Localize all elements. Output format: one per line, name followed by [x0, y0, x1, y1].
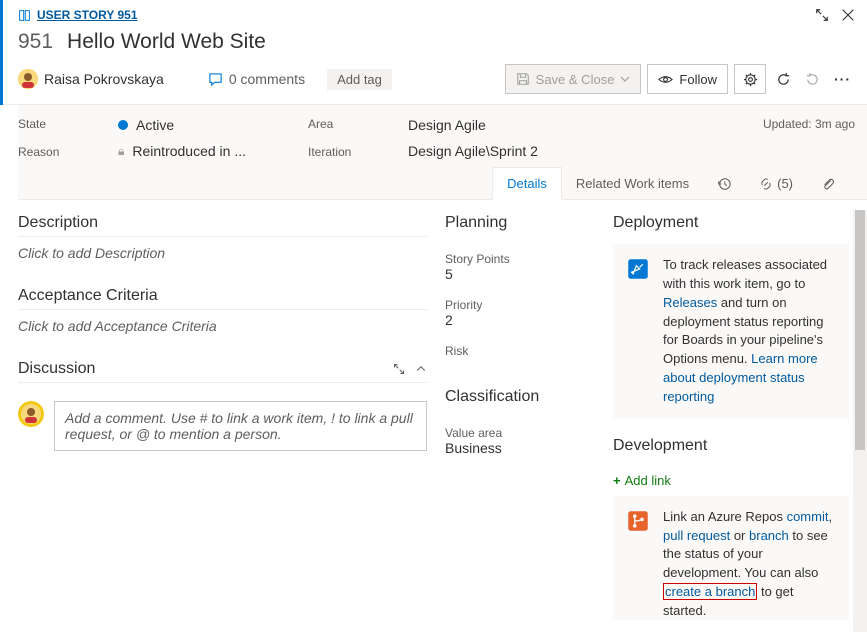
priority-field[interactable]: 2: [445, 312, 595, 328]
updated-timestamp: Updated: 3m ago: [763, 117, 855, 131]
reason-field[interactable]: 🔒︎Reintroduced in ...: [118, 143, 268, 159]
branch-icon: [625, 508, 653, 620]
assignee-field[interactable]: Raisa Pokrovskaya: [18, 69, 164, 89]
branch-link[interactable]: branch: [749, 528, 789, 543]
area-label: Area: [308, 117, 368, 131]
priority-label: Priority: [445, 298, 595, 312]
assignee-name: Raisa Pokrovskaya: [44, 71, 164, 87]
gear-icon: [743, 72, 758, 87]
lock-icon: 🔒︎: [118, 144, 124, 159]
state-field[interactable]: Active: [118, 117, 268, 133]
description-heading: Description: [18, 214, 427, 237]
breadcrumb-link[interactable]: USER STORY 951: [37, 8, 138, 22]
classification-heading: Classification: [445, 388, 595, 410]
refresh-icon[interactable]: [772, 72, 795, 87]
tab-attachments[interactable]: [807, 167, 849, 199]
settings-button[interactable]: [734, 64, 766, 94]
development-panel: Link an Azure Repos commit, pull request…: [613, 496, 849, 620]
iteration-field[interactable]: Design Agile\Sprint 2: [408, 143, 723, 159]
releases-link[interactable]: Releases: [663, 295, 717, 310]
workitem-id: 951: [18, 30, 53, 54]
risk-label: Risk: [445, 344, 595, 358]
link-icon: [759, 177, 773, 191]
state-label: State: [18, 117, 78, 131]
plus-icon: +: [613, 473, 621, 488]
deployment-panel: To track releases associated with this w…: [613, 244, 849, 419]
planning-heading: Planning: [445, 214, 595, 236]
rocket-icon: [625, 256, 653, 407]
description-field[interactable]: Click to add Description: [18, 245, 427, 261]
acceptance-heading: Acceptance Criteria: [18, 287, 427, 310]
story-points-label: Story Points: [445, 252, 595, 266]
development-heading: Development: [613, 437, 849, 459]
expand-icon[interactable]: [393, 363, 405, 375]
deployment-heading: Deployment: [613, 214, 849, 236]
value-area-label: Value area: [445, 426, 595, 440]
follow-button[interactable]: Follow: [647, 64, 728, 94]
iteration-label: Iteration: [308, 145, 368, 159]
eye-icon: [658, 72, 673, 87]
book-icon: [18, 9, 31, 22]
workitem-title[interactable]: Hello World Web Site: [67, 30, 266, 54]
acceptance-field[interactable]: Click to add Acceptance Criteria: [18, 318, 427, 334]
story-points-field[interactable]: 5: [445, 266, 595, 282]
comments-count[interactable]: 0 comments: [208, 71, 305, 87]
create-branch-link[interactable]: create a branch: [663, 583, 757, 600]
tab-links[interactable]: (5): [745, 167, 807, 199]
chevron-down-icon: [620, 74, 630, 84]
fullscreen-icon[interactable]: [815, 8, 829, 22]
avatar: [18, 69, 38, 89]
reason-label: Reason: [18, 145, 78, 159]
pull-request-link[interactable]: pull request: [663, 528, 730, 543]
tab-history[interactable]: [703, 167, 745, 199]
discussion-input[interactable]: Add a comment. Use # to link a work item…: [54, 401, 427, 451]
attachment-icon: [821, 177, 835, 191]
add-tag-button[interactable]: Add tag: [327, 69, 392, 90]
add-link-button[interactable]: + Add link: [613, 473, 849, 488]
more-icon[interactable]: ···: [830, 71, 855, 87]
undo-icon[interactable]: [801, 72, 824, 87]
history-icon: [717, 177, 731, 191]
state-dot-icon: [118, 120, 128, 130]
save-icon: [516, 72, 530, 86]
breadcrumb[interactable]: USER STORY 951: [18, 8, 138, 22]
save-close-button: Save & Close: [505, 64, 642, 94]
close-icon[interactable]: [841, 8, 855, 22]
comment-icon: [208, 72, 223, 87]
commit-link[interactable]: commit: [787, 509, 829, 524]
discussion-heading: Discussion: [18, 360, 95, 378]
area-field[interactable]: Design Agile: [408, 117, 723, 133]
tab-related[interactable]: Related Work items: [562, 167, 703, 199]
scroll-thumb[interactable]: [855, 210, 865, 450]
scrollbar[interactable]: [853, 210, 867, 632]
value-area-field[interactable]: Business: [445, 440, 595, 456]
tab-details[interactable]: Details: [492, 167, 562, 200]
avatar: [18, 401, 44, 427]
chevron-up-icon[interactable]: [415, 363, 427, 375]
comments-label: 0 comments: [229, 71, 305, 87]
